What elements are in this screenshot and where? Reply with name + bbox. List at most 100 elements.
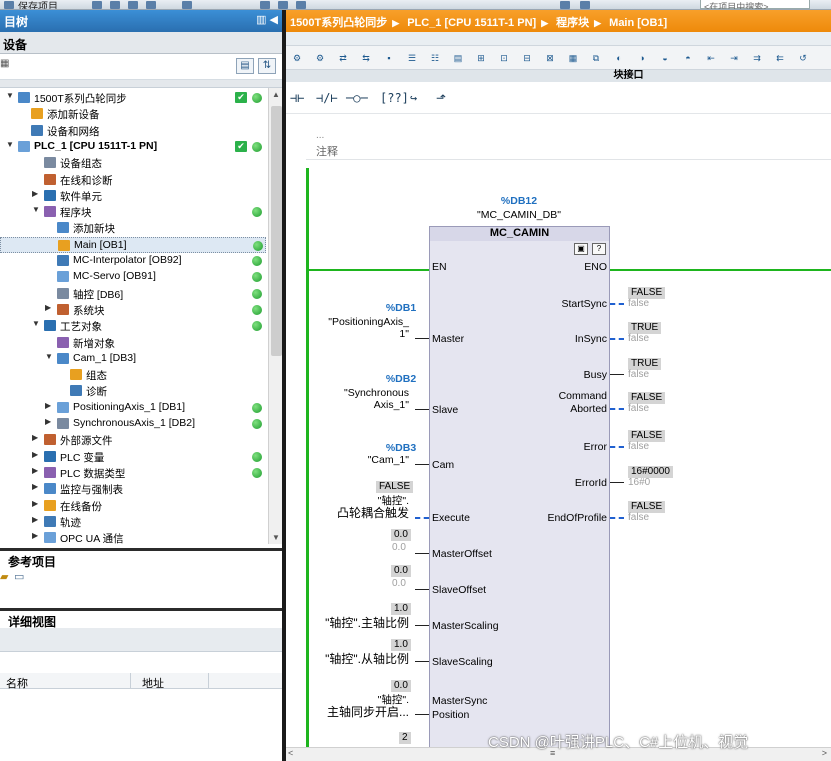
editor-toolbar-icon[interactable]: ⧉ bbox=[589, 51, 603, 65]
output-pin[interactable]: Busy bbox=[584, 369, 607, 381]
output-pin[interactable]: Aborted bbox=[570, 403, 607, 415]
output-pin[interactable]: ENO bbox=[584, 261, 607, 273]
tree-item[interactable]: 在线和诊断 bbox=[0, 172, 266, 188]
block-help-icon[interactable]: ? bbox=[592, 243, 606, 255]
tree-item[interactable]: ▶ PLC 数据类型 bbox=[0, 465, 266, 481]
editor-toolbar-icon[interactable]: ☷ bbox=[428, 51, 442, 65]
undo-icon[interactable] bbox=[182, 1, 192, 9]
input-pin[interactable]: SlaveScaling bbox=[432, 656, 493, 668]
editor-toolbar-icon[interactable]: ▦ bbox=[566, 51, 580, 65]
editor-toolbar-icon[interactable]: ⚙ bbox=[290, 51, 304, 65]
no-contact-icon[interactable]: ⊣⊢ bbox=[290, 91, 304, 105]
breadcrumb-program-blocks[interactable]: 程序块 bbox=[556, 17, 589, 29]
expand-arrow-icon[interactable]: ▶ bbox=[32, 515, 40, 524]
block-interface-header[interactable]: 块接口 bbox=[286, 70, 831, 82]
slave-operand[interactable]: "Synchronous bbox=[344, 387, 409, 399]
col-name[interactable]: 名称 bbox=[6, 675, 28, 691]
master-offset-value[interactable]: 0.0 bbox=[391, 529, 411, 541]
editor-toolbar-icon[interactable]: ⊞ bbox=[474, 51, 488, 65]
save-icon[interactable] bbox=[92, 1, 102, 9]
master-operand[interactable]: "PositioningAxis_ bbox=[328, 316, 409, 328]
scroll-up-icon[interactable]: ▲ bbox=[272, 90, 280, 99]
output-pin[interactable]: Error bbox=[584, 441, 607, 453]
editor-toolbar-icon[interactable]: ⇄ bbox=[336, 51, 350, 65]
tree-item[interactable]: 添加新设备 bbox=[0, 106, 266, 122]
expand-arrow-icon[interactable]: ▶ bbox=[45, 303, 53, 312]
tree-item[interactable]: 设备和网络 bbox=[0, 123, 266, 139]
compile-icon[interactable] bbox=[260, 1, 270, 9]
editor-toolbar-icon[interactable]: ▤ bbox=[451, 51, 465, 65]
editor-toolbar-icon[interactable]: ↺ bbox=[796, 51, 810, 65]
tree-item[interactable]: 轴控 [DB6] bbox=[0, 286, 266, 302]
input-pin[interactable]: EN bbox=[432, 261, 447, 273]
output-pin[interactable]: Command bbox=[559, 390, 607, 402]
slave-offset-value[interactable]: 0.0 bbox=[391, 565, 411, 577]
editor-toolbar-icon[interactable]: ◒ bbox=[658, 51, 672, 65]
breadcrumb-project[interactable]: 1500T系列凸轮同步 bbox=[290, 17, 387, 29]
input-pin[interactable]: MasterScaling bbox=[432, 620, 499, 632]
input-pin[interactable]: SlaveOffset bbox=[432, 584, 486, 596]
tree-item[interactable]: ▼ 程序块 bbox=[0, 204, 266, 220]
tree-item[interactable]: Main [OB1] bbox=[0, 236, 266, 253]
output-pin[interactable]: StartSync bbox=[561, 298, 607, 310]
tree-item[interactable]: 组态 bbox=[0, 367, 266, 383]
overview-button[interactable]: ▤ bbox=[236, 58, 254, 74]
open-branch-icon[interactable]: ↪ bbox=[410, 91, 417, 105]
expand-arrow-icon[interactable]: ▶ bbox=[45, 401, 53, 410]
tab-devices[interactable]: 设备 bbox=[0, 32, 284, 54]
copy-icon[interactable] bbox=[128, 1, 138, 9]
input-pin[interactable]: Execute bbox=[432, 512, 470, 524]
pane-controls[interactable]: ▥ ◀ bbox=[256, 13, 278, 26]
instance-db-name[interactable]: "MC_CAMIN_DB" bbox=[459, 209, 579, 221]
close-branch-icon[interactable]: ⬏ bbox=[436, 91, 446, 105]
input-pin[interactable]: MasterOffset bbox=[432, 548, 492, 560]
block-info-icon[interactable]: ▣ bbox=[574, 243, 588, 255]
scroll-right-icon[interactable]: > bbox=[822, 748, 827, 758]
editor-toolbar-icon[interactable]: ☰ bbox=[405, 51, 419, 65]
editor-toolbar-icon[interactable]: ▪ bbox=[382, 51, 396, 65]
collapse-arrow-icon[interactable]: ▼ bbox=[6, 91, 14, 100]
go-offline-icon[interactable] bbox=[580, 1, 590, 9]
editor-toolbar-icon[interactable]: ⊠ bbox=[543, 51, 557, 65]
expand-arrow-icon[interactable]: ▶ bbox=[45, 417, 53, 426]
scroll-down-icon[interactable]: ▼ bbox=[272, 533, 280, 542]
expand-arrow-icon[interactable]: ▶ bbox=[32, 499, 40, 508]
editor-toolbar-icon[interactable]: ⇥ bbox=[727, 51, 741, 65]
tree-item[interactable]: ▶ PLC 变量 bbox=[0, 449, 266, 465]
master-operand-2[interactable]: 1" bbox=[399, 328, 409, 340]
editor-toolbar-icon[interactable]: ◓ bbox=[681, 51, 695, 65]
editor-toolbar-icon[interactable]: ◐ bbox=[612, 51, 626, 65]
tree-item[interactable]: ▶ 系统块 bbox=[0, 302, 266, 318]
coil-icon[interactable]: ─○─ bbox=[346, 91, 368, 105]
tree-item[interactable]: ▶ 在线备份 bbox=[0, 498, 266, 514]
slave-scaling-operand[interactable]: "轴控".从轴比例 bbox=[325, 653, 409, 665]
master-scaling-operand[interactable]: "轴控".主轴比例 bbox=[325, 617, 409, 629]
input-pin[interactable]: MasterSync bbox=[432, 695, 487, 707]
tree-item[interactable]: ▼ PLC_1 [CPU 1511T-1 PN] ✔ bbox=[0, 139, 266, 155]
expand-arrow-icon[interactable]: ▶ bbox=[32, 450, 40, 459]
collapse-arrow-icon[interactable]: ▼ bbox=[32, 319, 40, 328]
nc-contact-icon[interactable]: ⊣/⊢ bbox=[316, 91, 338, 105]
close-reference-icon[interactable]: ▭ bbox=[14, 570, 24, 583]
expand-arrow-icon[interactable]: ▶ bbox=[32, 189, 40, 198]
tree-filter-button[interactable]: ⇅ bbox=[258, 58, 276, 74]
editor-toolbar-icon[interactable]: ◑ bbox=[635, 51, 649, 65]
input-pin[interactable]: Position bbox=[432, 709, 469, 721]
reference-projects-header[interactable]: 参考项目 bbox=[0, 548, 284, 569]
scroll-left-icon[interactable]: < bbox=[288, 748, 293, 758]
tree-item[interactable]: ▼ Cam_1 [DB3] bbox=[0, 351, 266, 367]
scroll-thumb[interactable] bbox=[271, 106, 282, 356]
input-pin[interactable]: Cam bbox=[432, 459, 454, 471]
open-reference-icon[interactable]: ▰ bbox=[0, 570, 8, 583]
paste-icon[interactable] bbox=[146, 1, 156, 9]
tree-item[interactable]: 添加新块 bbox=[0, 220, 266, 236]
cut-icon[interactable] bbox=[110, 1, 120, 9]
editor-toolbar-icon[interactable]: ⊡ bbox=[497, 51, 511, 65]
tree-item[interactable]: ▶ PositioningAxis_1 [DB1] bbox=[0, 400, 266, 416]
execute-operand-2[interactable]: 凸轮耦合触发 bbox=[337, 507, 409, 519]
tree-view-icon[interactable]: ▦ bbox=[0, 58, 9, 69]
expand-arrow-icon[interactable]: ▶ bbox=[32, 482, 40, 491]
breadcrumb-plc[interactable]: PLC_1 [CPU 1511T-1 PN] bbox=[407, 17, 536, 29]
tree-item[interactable]: MC-Servo [OB91] bbox=[0, 269, 266, 285]
collapse-arrow-icon[interactable]: ▼ bbox=[45, 352, 53, 361]
